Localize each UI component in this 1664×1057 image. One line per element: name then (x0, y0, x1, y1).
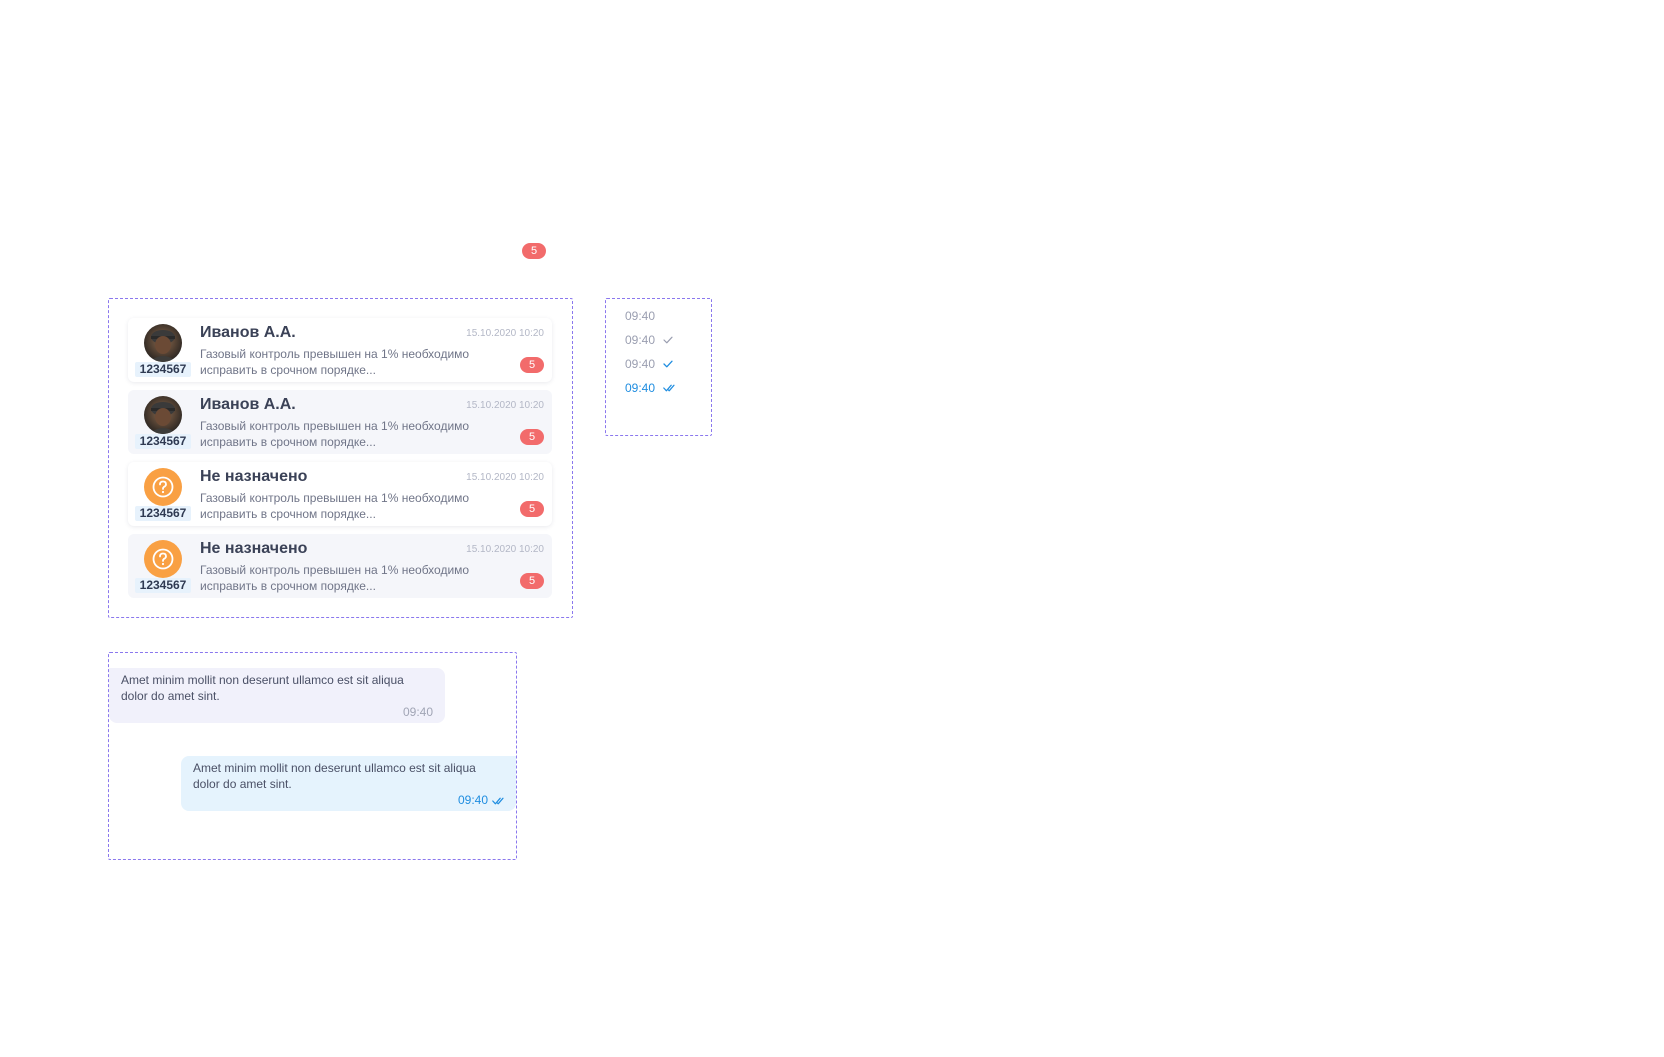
message-time: 09:40 (457, 793, 488, 807)
status-row: 09:40 (625, 309, 655, 323)
unread-badge: 5 (522, 243, 546, 259)
chat-list: 1234567 Иванов А.А. 15.10.2020 10:20 Газ… (108, 298, 573, 618)
incoming-message[interactable]: Amet minim mollit non deserunt ullamco e… (109, 668, 445, 723)
status-row: 09:40 (625, 357, 673, 371)
chat-preview: Газовый контроль превышен на 1% необходи… (200, 563, 470, 593)
status-time: 09:40 (625, 333, 656, 347)
chat-list-item[interactable]: 1234567 Иванов А.А. 15.10.2020 10:20 Газ… (128, 390, 552, 454)
chat-preview: Газовый контроль превышен на 1% необходи… (200, 491, 470, 521)
message-status-list: 09:40 09:40 09:40 09:40 (605, 298, 712, 436)
message-thread: Amet minim mollit non deserunt ullamco e… (108, 652, 517, 860)
chat-list-item[interactable]: 1234567 Не назначено 15.10.2020 10:20 Га… (128, 462, 552, 526)
avatar (144, 396, 182, 434)
avatar (144, 468, 182, 506)
status-time: 09:40 (625, 381, 656, 395)
unread-badge: 5 (520, 357, 544, 373)
avatar (144, 324, 182, 362)
double-check-icon (492, 797, 504, 805)
status-time: 09:40 (625, 309, 656, 323)
chat-date: 15.10.2020 10:20 (466, 328, 544, 339)
message-text: Amet minim mollit non deserunt ullamco e… (193, 761, 476, 791)
chat-name: Не назначено (200, 468, 308, 485)
question-icon (152, 476, 174, 498)
chat-list-item[interactable]: 1234567 Иванов А.А. 15.10.2020 10:20 Газ… (128, 318, 552, 382)
chat-id: 1234567 (135, 506, 191, 521)
status-time: 09:40 (625, 357, 656, 371)
status-row: 09:40 (625, 333, 673, 347)
chat-date: 15.10.2020 10:20 (466, 544, 544, 555)
chat-id: 1234567 (135, 578, 191, 593)
check-icon (663, 336, 673, 344)
message-text: Amet minim mollit non deserunt ullamco e… (121, 673, 404, 703)
check-icon (663, 360, 673, 368)
status-row: 09:40 (625, 381, 675, 395)
chat-id: 1234567 (135, 434, 191, 449)
unread-badge: 5 (520, 573, 544, 589)
chat-preview: Газовый контроль превышен на 1% необходи… (200, 419, 470, 449)
question-icon (152, 548, 174, 570)
message-time: 09:40 (402, 705, 433, 719)
chat-name: Иванов А.А. (200, 324, 296, 341)
avatar (144, 540, 182, 578)
chat-date: 15.10.2020 10:20 (466, 472, 544, 483)
chat-id: 1234567 (135, 362, 191, 377)
chat-name: Иванов А.А. (200, 396, 296, 413)
double-check-icon (663, 384, 675, 392)
chat-preview: Газовый контроль превышен на 1% необходи… (200, 347, 470, 377)
chat-name: Не назначено (200, 540, 308, 557)
chat-date: 15.10.2020 10:20 (466, 400, 544, 411)
chat-list-item[interactable]: 1234567 Не назначено 15.10.2020 10:20 Га… (128, 534, 552, 598)
outgoing-message[interactable]: Amet minim mollit non deserunt ullamco e… (181, 756, 516, 811)
unread-badge: 5 (520, 429, 544, 445)
unread-badge: 5 (520, 501, 544, 517)
